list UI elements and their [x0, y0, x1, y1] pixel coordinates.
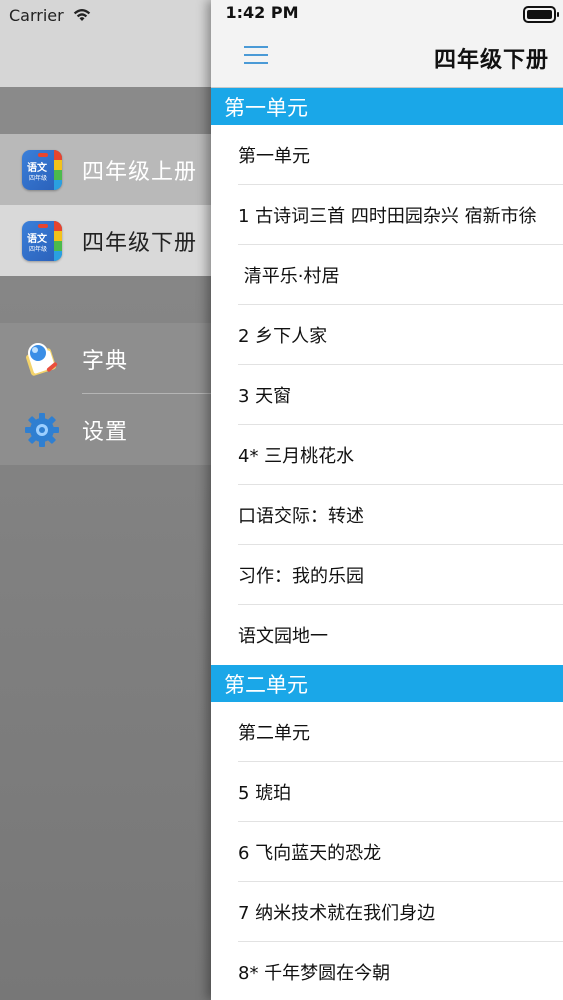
grade-list: 语文 四年级 四年级上册 语文 四年级 四年级下册 [0, 134, 211, 276]
drawer-spacer [0, 87, 211, 134]
list-item[interactable]: 6 飞向蓝天的恐龙 [211, 822, 563, 882]
drawer-item-grade4-second[interactable]: 语文 四年级 四年级下册 [0, 205, 211, 276]
list-item[interactable]: 习作：我的乐园 [211, 545, 563, 605]
list-item[interactable]: 5 琥珀 [211, 762, 563, 822]
list-item[interactable]: 第二单元 [211, 702, 563, 762]
tool-list: 字典 设置 [0, 323, 211, 465]
main-panel: 1:42 PM 四年级下册 第一单元 第一单元 1 古诗词三首 四时田园杂兴 宿… [211, 0, 563, 1000]
list-item[interactable]: 7 纳米技术就在我们身边 [211, 882, 563, 942]
gear-icon [25, 412, 59, 447]
drawer-item-label: 四年级下册 [82, 230, 198, 256]
drawer-item-label: 字典 [82, 348, 129, 374]
list-item[interactable]: 4* 三月桃花水 [211, 425, 563, 485]
list-item[interactable]: 1 古诗词三首 四时田园杂兴 宿新市徐 [211, 185, 563, 245]
list-item[interactable]: 2 乡下人家 [211, 305, 563, 365]
book-cover-icon: 语文 四年级 [22, 220, 62, 261]
navigation-bar: 1:42 PM 四年级下册 [211, 0, 563, 88]
dictionary-icon [26, 342, 58, 376]
carrier-label: Carrier [9, 5, 64, 25]
battery-icon [523, 6, 559, 23]
list-item[interactable]: 清平乐·村居 [211, 245, 563, 305]
page-title: 四年级下册 [433, 48, 549, 73]
list-item[interactable]: 语文园地一 [211, 605, 563, 665]
drawer-item-label: 设置 [82, 419, 129, 445]
drawer-item-dictionary[interactable]: 字典 [0, 323, 211, 394]
status-time: 1:42 PM [225, 3, 299, 22]
drawer-item-label: 四年级上册 [82, 159, 198, 185]
list-item[interactable]: 8* 千年梦圆在今朝 [211, 942, 563, 1000]
drawer-item-grade4-first[interactable]: 语文 四年级 四年级上册 [0, 134, 211, 205]
lesson-list[interactable]: 第一单元 第一单元 1 古诗词三首 四时田园杂兴 宿新市徐 清平乐·村居 2 乡… [211, 88, 563, 1000]
list-item[interactable]: 第一单元 [211, 125, 563, 185]
status-bar-left: Carrier [9, 3, 92, 27]
list-item[interactable]: 3 天窗 [211, 365, 563, 425]
side-drawer: Carrier 语文 四年级 四年级上册 语文 四年级 四年级下册 字典 设置 [0, 0, 211, 1000]
drawer-item-settings[interactable]: 设置 [0, 394, 211, 465]
section-header: 第一单元 [211, 88, 563, 125]
list-item[interactable]: 口语交际：转述 [211, 485, 563, 545]
hamburger-menu-icon[interactable] [244, 44, 268, 66]
book-cover-icon: 语文 四年级 [22, 149, 62, 190]
section-header: 第二单元 [211, 665, 563, 702]
wifi-icon [73, 9, 90, 21]
